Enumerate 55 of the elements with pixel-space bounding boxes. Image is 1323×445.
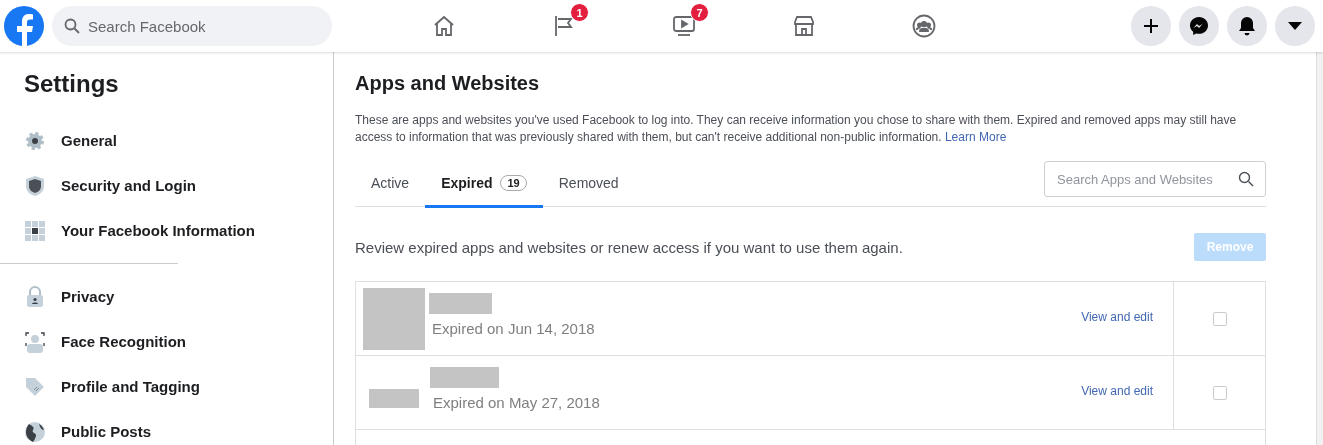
video-icon [672, 14, 696, 38]
logo-icon[interactable] [4, 6, 44, 46]
sidebar-link[interactable]: Privacy [61, 288, 115, 305]
tag-icon [24, 375, 46, 398]
notification-badge: 7 [690, 3, 709, 22]
redaction-block [429, 292, 492, 314]
store-icon [792, 14, 816, 38]
notification-badge: 1 [570, 3, 589, 22]
lock-icon [24, 285, 46, 308]
nav-tab[interactable]: 7 [624, 0, 744, 52]
view-and-edit-link[interactable]: View and edit [1081, 310, 1153, 324]
expiry-date: Expired on Jun 14, 2018 [432, 319, 595, 337]
sidebar-link[interactable]: Your Facebook Information [61, 222, 255, 239]
flag-icon [552, 14, 576, 38]
caret-icon [1288, 22, 1302, 30]
nav-tab[interactable]: 1 [504, 0, 624, 52]
sidebar-link[interactable]: Public Posts [61, 423, 152, 440]
intro-text: These are apps and websites you've used Facebook to log into. They can receive information you chose to share with them. Expired and removed apps may still have access to information that was previously shared with them, but can't receive additional non-public information. Learn More [355, 112, 1238, 146]
expiry-date: Expired on May 27, 2018 [433, 393, 600, 411]
page-title: Apps and Websites [355, 72, 541, 95]
plus-icon [1142, 17, 1160, 35]
sidebar-link[interactable]: General [61, 132, 117, 149]
tab[interactable]: Expired 19 [425, 161, 543, 208]
sidebar-link[interactable]: Security and Login [61, 177, 196, 194]
sidebar-link[interactable]: Profile and Tagging [61, 378, 200, 395]
view-and-edit-link[interactable]: View and edit [1081, 384, 1153, 398]
tab[interactable]: Removed [542, 161, 635, 208]
sidebar-title: Settings [23, 69, 120, 99]
learn-more-link[interactable]: Learn More [944, 130, 1007, 144]
bell-icon [1238, 16, 1256, 36]
redaction-block [430, 366, 499, 388]
search-icon [1238, 171, 1254, 187]
search-field[interactable]: Search Apps and Websites [1044, 161, 1266, 197]
row-checkbox[interactable] [1212, 385, 1227, 400]
round-action-button[interactable] [1131, 6, 1171, 46]
shield-icon [24, 174, 46, 197]
groups-icon [912, 14, 936, 38]
search-field[interactable]: Search Facebook [52, 6, 332, 46]
search-icon [64, 18, 80, 34]
tab[interactable]: Active [355, 161, 426, 208]
gear-icon [24, 129, 46, 152]
row-checkbox[interactable] [1212, 311, 1227, 326]
globe-icon [24, 420, 46, 443]
redaction-block [369, 389, 419, 408]
sidebar-link[interactable]: Face Recognition [61, 333, 187, 350]
messenger-icon [1189, 16, 1209, 36]
round-action-button[interactable] [1275, 6, 1315, 46]
review-text: Review expired apps and websites or renew access if you want to use them again. [355, 238, 903, 256]
round-action-button[interactable] [1227, 6, 1267, 46]
redaction-block [363, 287, 425, 350]
face-icon [24, 330, 46, 353]
grid-icon [24, 219, 46, 242]
scrollbar[interactable] [1316, 52, 1323, 445]
round-action-button[interactable] [1179, 6, 1219, 46]
home-icon [432, 14, 456, 38]
